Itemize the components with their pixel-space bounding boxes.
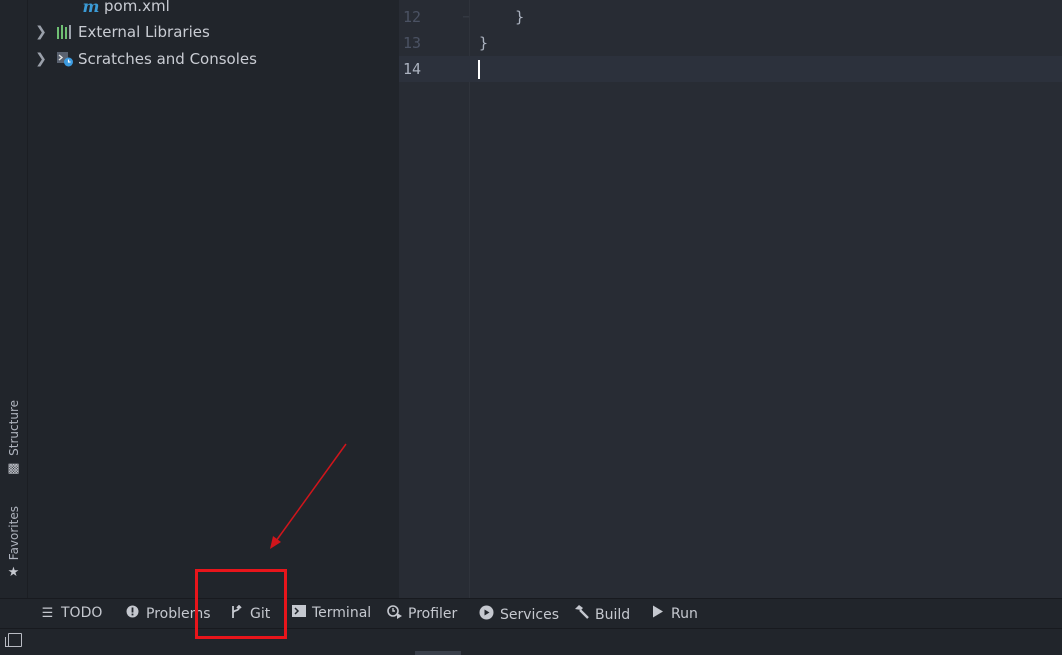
libraries-icon [54, 25, 76, 39]
highlight-box [195, 569, 287, 639]
structure-icon: ▩ [7, 460, 20, 476]
toggle-tool-windows-icon[interactable] [5, 633, 22, 647]
tree-item-label: Scratches and Consoles [78, 50, 257, 68]
profiler-label: Profiler [408, 606, 458, 622]
code-line[interactable]: 13 } [399, 30, 1062, 56]
terminal-label: Terminal [312, 605, 372, 621]
services-label: Services [500, 606, 560, 623]
code-editor[interactable]: 12 ⋯ } 13 } 14 [399, 0, 1062, 598]
text-caret [478, 60, 480, 79]
status-scroll-indicator [415, 651, 461, 655]
code-text: } [479, 8, 525, 26]
favorites-tab[interactable]: ★ Favorites [0, 506, 27, 579]
favorites-label: Favorites [6, 506, 21, 561]
todo-label: TODO [61, 605, 103, 621]
tree-item-label: External Libraries [78, 23, 210, 41]
terminal-icon [291, 605, 306, 621]
scratches-icon [54, 51, 76, 67]
left-tool-strip: ▩ Structure ★ Favorites [0, 0, 28, 598]
structure-label: Structure [6, 400, 21, 456]
status-bar [0, 628, 1062, 655]
tree-item-label: pom.xml [104, 0, 170, 15]
play-icon [650, 605, 665, 622]
hammer-icon [574, 605, 589, 624]
line-number: 12 [403, 8, 422, 26]
tree-item-scratches[interactable]: ❯ Scratches and Consoles [28, 46, 257, 72]
line-number: 14 [403, 60, 422, 78]
profiler-icon [387, 605, 402, 623]
chevron-right-icon[interactable]: ❯ [28, 51, 54, 67]
run-button[interactable]: Run [650, 605, 698, 622]
code-text: } [479, 34, 489, 52]
terminal-button[interactable]: Terminal [291, 605, 371, 621]
list-icon: ☰ [41, 605, 54, 621]
run-label: Run [671, 605, 698, 622]
services-icon [479, 605, 494, 624]
project-tree-pane: m pom.xml ❯ External Libraries ❯ Scratch… [28, 0, 399, 598]
build-button[interactable]: Build [574, 605, 630, 624]
chevron-right-icon[interactable]: ❯ [28, 24, 54, 40]
warning-circle-icon [125, 605, 140, 622]
build-label: Build [595, 606, 631, 623]
fold-marker-icon: ⋯ [463, 11, 470, 23]
tree-item-pom[interactable]: m pom.xml [80, 0, 170, 19]
line-number: 13 [403, 34, 422, 52]
tool-window-bar: ☰ TODO Problems Git Terminal Profiler Se… [0, 598, 1062, 629]
star-icon: ★ [7, 565, 20, 581]
current-code-line[interactable]: 14 [399, 56, 1062, 82]
todo-button[interactable]: ☰ TODO [40, 605, 103, 621]
profiler-button[interactable]: Profiler [387, 605, 457, 623]
maven-file-icon: m [82, 0, 100, 16]
structure-tab[interactable]: ▩ Structure [0, 400, 27, 475]
line-gutter [399, 0, 470, 598]
services-button[interactable]: Services [479, 605, 559, 624]
code-line[interactable]: 12 ⋯ } [399, 4, 1062, 30]
tree-item-external-libraries[interactable]: ❯ External Libraries [28, 19, 210, 45]
